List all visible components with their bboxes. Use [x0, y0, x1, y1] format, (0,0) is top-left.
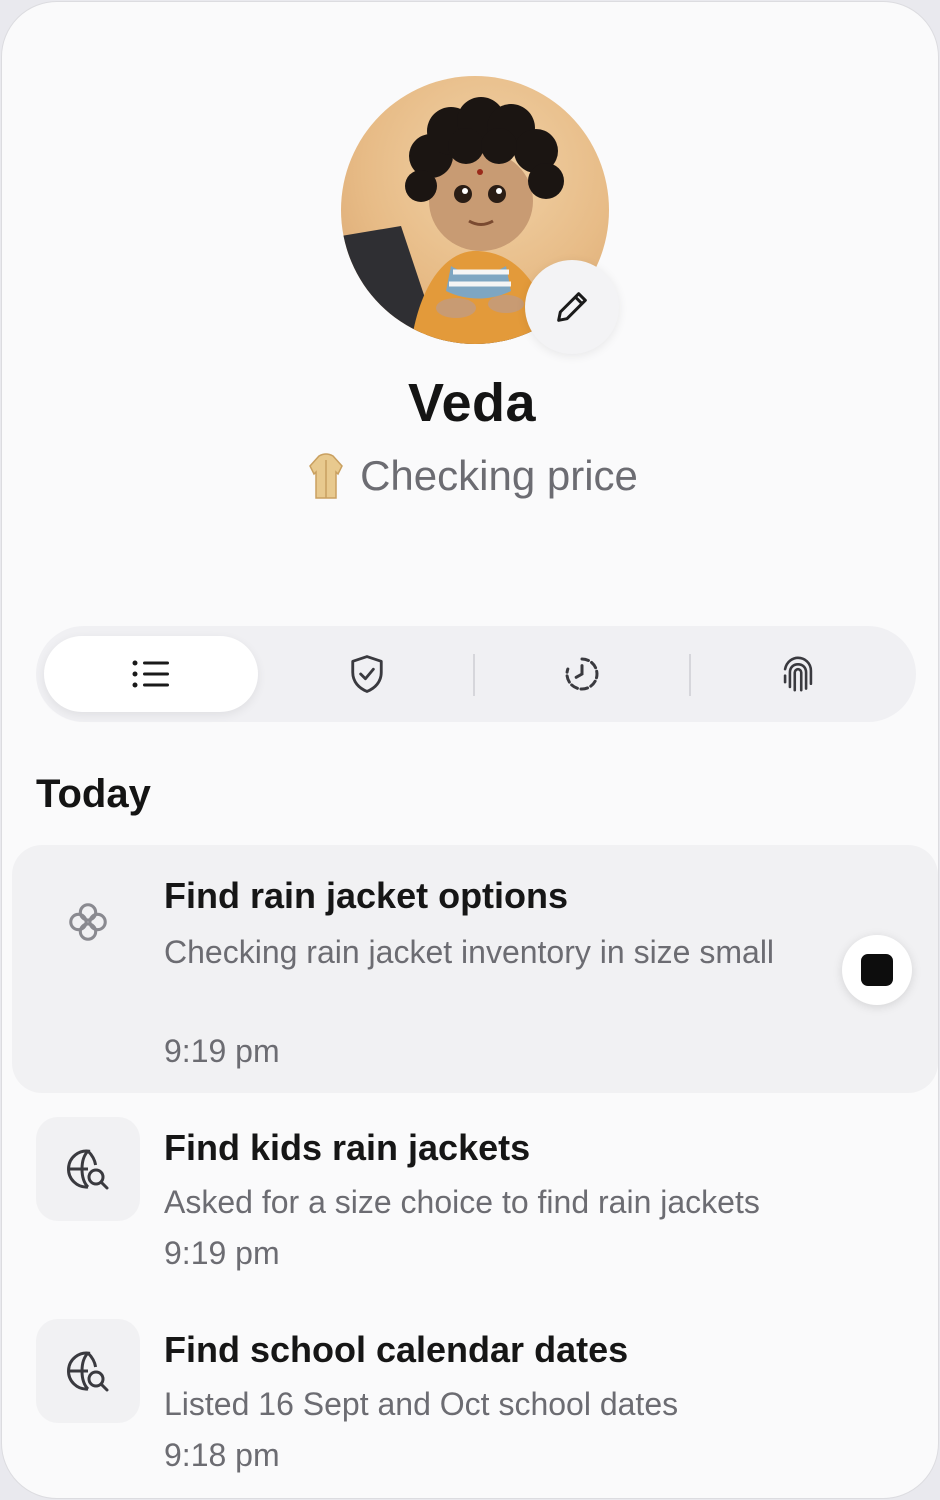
task-time: 9:19 pm [164, 1033, 280, 1069]
agent-status-text: Checking price [360, 452, 638, 499]
agent-name: Veda [407, 373, 537, 433]
stop-icon [861, 954, 893, 986]
task-title: Find school calendar dates [164, 1329, 629, 1370]
task-time: 9:18 pm [164, 1437, 280, 1473]
pencil-icon [557, 292, 587, 322]
tab-tasks[interactable] [44, 636, 258, 712]
spinner-flower-icon [36, 870, 140, 974]
stop-task-button[interactable] [842, 935, 912, 1005]
list-icon [132, 660, 169, 688]
tab-identity[interactable] [691, 636, 905, 712]
edit-avatar-button[interactable] [525, 260, 619, 354]
tab-bar [36, 626, 916, 722]
task-description: Checking rain jacket inventory in size s… [164, 934, 775, 970]
task-description: Asked for a size choice to find rain jac… [164, 1184, 760, 1220]
tab-security[interactable] [260, 636, 474, 712]
globe-search-icon [36, 1319, 140, 1423]
task-description: Listed 16 Sept and Oct school dates [164, 1386, 679, 1422]
section-title-today: Today [36, 772, 151, 816]
fingerprint-icon [783, 656, 813, 692]
task-item[interactable]: Find school calendar dates Listed 16 Sep… [12, 1319, 938, 1489]
globe-search-icon [36, 1117, 140, 1221]
task-title: Find rain jacket options [164, 875, 569, 916]
tab-history[interactable] [475, 636, 689, 712]
clock-history-icon [565, 657, 599, 691]
task-time: 9:19 pm [164, 1235, 280, 1271]
agent-status: Checking price [2, 452, 938, 500]
agent-card: Veda Checking price Today Find rain jack… [1, 1, 939, 1499]
task-item[interactable]: Find kids rain jackets Asked for a size … [12, 1117, 938, 1287]
raincoat-icon [306, 452, 346, 500]
shield-check-icon [351, 655, 383, 693]
task-title: Find kids rain jackets [164, 1127, 531, 1168]
task-item[interactable]: Find rain jacket options Checking rain j… [12, 845, 938, 1093]
